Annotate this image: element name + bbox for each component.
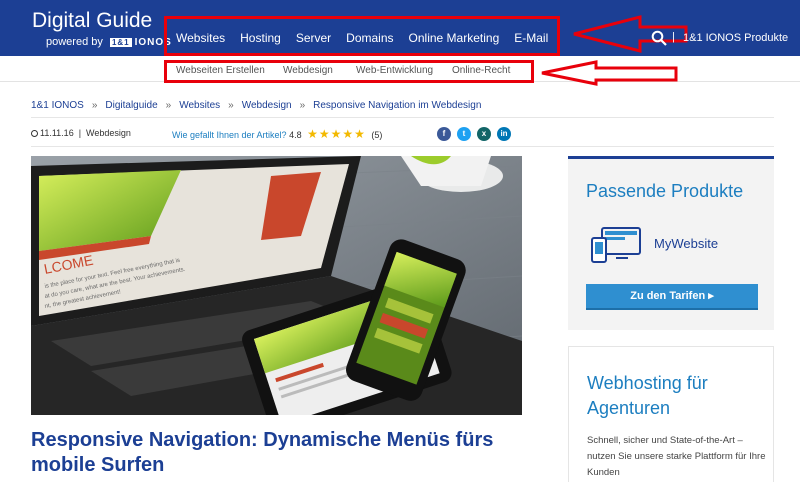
laptop-phone-illustration: LCOME is the place for your text. Feel f… [31,156,522,415]
article-meta: 11.11.16 | Webdesign [31,128,131,138]
webhosting-card-title[interactable]: Webhosting für Agenturen [587,371,767,421]
breadcrumb-separator: » [228,100,234,111]
social-share: f t x in [437,127,511,141]
powered-by-text: powered by [46,36,103,48]
products-card: Passende Produkte MyWebsite Zu den Tarif… [568,156,774,330]
search-icon[interactable] [651,30,667,46]
article-rating: Wie gefallt Ihnen der Artikel? 4.8 ★★★★★… [172,127,382,141]
webhosting-card: Webhosting für Agenturen Schnell, sicher… [568,346,774,482]
annotation-box-sub-nav [164,60,534,83]
website-devices-icon [591,227,641,263]
rating-count: (5) [371,130,383,140]
twitter-icon[interactable]: t [457,127,471,141]
brand-subtitle: powered by 1&1 IONOS [46,36,172,48]
star-rating-icon[interactable]: ★★★★★ [307,127,366,141]
facebook-icon[interactable]: f [437,127,451,141]
article-category[interactable]: Webdesign [86,128,131,138]
brand-logo[interactable]: Digital Guide powered by 1&1 IONOS [32,9,171,49]
tariffs-button[interactable]: Zu den Tarifen ▸ [586,284,758,308]
article-date: 11.11.16 [40,128,74,138]
logo-box-text: 1&1 [109,38,132,47]
divider [31,117,774,118]
breadcrumb-item[interactable]: Websites [179,100,220,111]
clock-icon [31,130,38,138]
breadcrumb-separator: » [165,100,172,111]
breadcrumb-item[interactable]: Webdesign [242,100,292,111]
breadcrumb-separator: » [91,100,98,111]
rating-question: Wie gefallt Ihnen der Artikel? [172,130,287,140]
rating-value: 4.8 [289,130,302,140]
annotation-arrow-main-nav [573,15,688,53]
product-name[interactable]: MyWebsite [654,236,718,251]
breadcrumb-item[interactable]: Digitalguide [105,100,157,111]
annotation-box-main-nav [164,16,560,56]
breadcrumb-item[interactable]: 1&1 IONOS [31,100,84,111]
article-hero-image: LCOME is the place for your text. Feel f… [31,156,522,415]
breadcrumb-current[interactable]: Responsive Navigation im Webdesign [313,100,481,111]
linkedin-icon[interactable]: in [497,127,511,141]
article-title: Responsive Navigation: Dynamische Menüs … [31,429,494,476]
ionos-logo: 1&1 IONOS [109,37,172,48]
breadcrumb-separator: » [299,100,306,111]
products-link[interactable]: 1&1 IONOS Produkte [683,32,788,44]
divider [31,146,774,147]
header-separator: | [672,31,675,43]
annotation-arrow-sub-nav [541,60,678,86]
xing-icon[interactable]: x [477,127,491,141]
brand-title: Digital Guide [32,9,153,32]
breadcrumb: 1&1 IONOS » Digitalguide » Websites » Webdesig… [31,100,481,111]
products-card-title: Passende Produkte [586,181,744,201]
webhosting-card-text: Schnell, sicher und State-of-the-Art – n… [587,435,766,478]
